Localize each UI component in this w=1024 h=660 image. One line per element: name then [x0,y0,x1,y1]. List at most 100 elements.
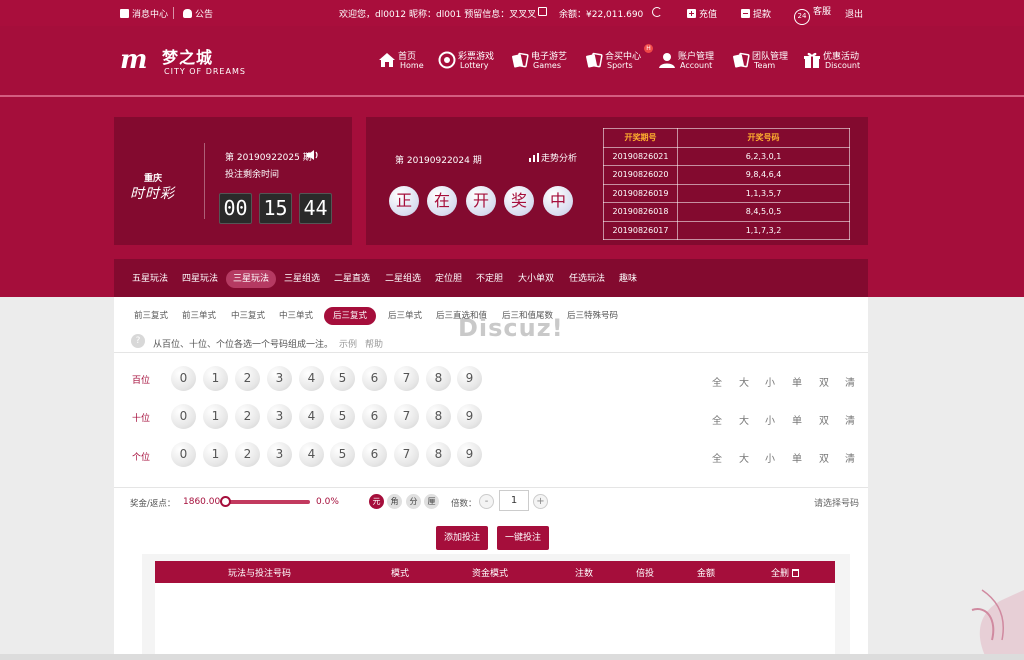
tab-position[interactable]: 定位胆 [428,270,469,288]
quick-even[interactable]: 双 [819,412,829,427]
number-ball[interactable]: 6 [362,442,387,467]
subtab[interactable]: 后三单式 [379,307,431,325]
number-ball[interactable]: 7 [394,366,419,391]
quick-all[interactable]: 全 [712,450,722,465]
number-ball[interactable]: 3 [267,404,292,429]
unit-li[interactable]: 厘 [424,494,439,509]
unit-fen[interactable]: 分 [406,494,421,509]
tab-fun[interactable]: 趣味 [612,270,644,288]
unit-yuan[interactable]: 元 [369,494,384,509]
quick-even[interactable]: 双 [819,374,829,389]
horizontal-scrollbar[interactable] [0,654,1024,660]
number-ball[interactable]: 1 [203,442,228,467]
countdown-seconds: 44 [299,193,332,224]
multiplier-input[interactable] [499,490,529,511]
logout-link[interactable]: 退出 [845,7,863,20]
speaker-icon[interactable] [306,149,320,161]
number-ball[interactable]: 9 [457,366,482,391]
tab-five-star[interactable]: 五星玩法 [125,270,175,288]
tab-three-star[interactable]: 三星玩法 [226,270,277,288]
quick-all[interactable]: 全 [712,374,722,389]
number-ball[interactable]: 4 [299,442,324,467]
number-ball[interactable]: 6 [362,366,387,391]
quick-small[interactable]: 小 [765,412,775,427]
number-ball[interactable]: 4 [299,404,324,429]
rebate-slider-handle[interactable] [220,496,231,507]
number-ball[interactable]: 6 [362,404,387,429]
subtab-active[interactable]: 后三复式 [324,307,377,325]
help-icon[interactable]: ? [131,334,145,348]
notice-link[interactable]: 公告 [183,7,213,20]
number-ball[interactable]: 3 [267,442,292,467]
subtab[interactable]: 中三复式 [222,307,274,325]
subtab[interactable]: 后三特殊号码 [558,307,627,325]
unit-jiao[interactable]: 角 [387,494,402,509]
number-ball[interactable]: 2 [235,442,260,467]
quick-small[interactable]: 小 [765,450,775,465]
cards-icon [512,52,529,68]
number-ball[interactable]: 5 [330,366,355,391]
quick-big[interactable]: 大 [739,374,749,389]
number-ball[interactable]: 5 [330,404,355,429]
draw-history-table: 开奖期号 开奖号码 20190826021 6,2,3,0,1 201908260… [603,128,850,240]
delete-all-button[interactable]: 全删 [771,566,800,579]
multiplier-plus-button[interactable]: + [533,494,548,509]
number-ball[interactable]: 8 [426,442,451,467]
quick-small[interactable]: 小 [765,374,775,389]
number-ball[interactable]: 2 [235,366,260,391]
recharge-button[interactable]: 充值 [687,7,717,20]
tab-two-star-group[interactable]: 二星组选 [378,270,428,288]
number-ball[interactable]: 8 [426,366,451,391]
number-ball[interactable]: 5 [330,442,355,467]
add-bet-button[interactable]: 添加投注 [436,526,489,550]
multiplier-minus-button[interactable]: - [479,494,494,509]
quick-odd[interactable]: 单 [792,412,802,427]
refresh-icon[interactable] [652,7,662,19]
quick-odd[interactable]: 单 [792,450,802,465]
number-ball[interactable]: 1 [203,404,228,429]
quick-clear[interactable]: 清 [845,412,855,427]
quick-all[interactable]: 全 [712,412,722,427]
quick-big[interactable]: 大 [739,450,749,465]
quick-clear[interactable]: 清 [845,374,855,389]
example-link[interactable]: 示例 [339,340,357,350]
quick-clear[interactable]: 清 [845,450,855,465]
number-ball[interactable]: 0 [171,404,196,429]
home-icon [379,53,395,67]
number-ball[interactable]: 1 [203,366,228,391]
logo[interactable]: m 梦之城 CITY OF DREAMS [120,43,260,83]
number-ball[interactable]: 9 [457,442,482,467]
messages-link[interactable]: 消息中心 [120,7,168,20]
number-ball[interactable]: 8 [426,404,451,429]
number-ball[interactable]: 2 [235,404,260,429]
col-amount: 金额 [697,569,716,579]
one-click-bet-button[interactable]: 一键投注 [497,526,550,550]
cards-icon [733,52,750,68]
edit-icon[interactable] [538,7,547,18]
rebate-slider-track[interactable] [226,500,310,504]
number-ball[interactable]: 3 [267,366,292,391]
quick-even[interactable]: 双 [819,450,829,465]
withdraw-button[interactable]: 提款 [741,7,771,20]
service-link[interactable]: 24 客服 [794,4,831,25]
quick-odd[interactable]: 单 [792,374,802,389]
tab-four-star[interactable]: 四星玩法 [175,270,225,288]
subtab[interactable]: 中三单式 [270,307,322,325]
tab-optional[interactable]: 任选玩法 [562,270,612,288]
quick-big[interactable]: 大 [739,412,749,427]
position-label-tens: 十位 [132,414,151,424]
help-link[interactable]: 帮助 [365,340,383,350]
subtab[interactable]: 前三单式 [173,307,225,325]
number-ball[interactable]: 0 [171,366,196,391]
tab-indefinite[interactable]: 不定胆 [469,270,510,288]
number-ball[interactable]: 7 [394,404,419,429]
number-ball[interactable]: 0 [171,442,196,467]
subtab[interactable]: 前三复式 [125,307,177,325]
tab-three-star-group[interactable]: 三星组选 [277,270,327,288]
trend-link[interactable]: 走势分析 [529,151,577,164]
tab-two-star-direct[interactable]: 二星直选 [327,270,377,288]
number-ball[interactable]: 4 [299,366,324,391]
tab-big-small[interactable]: 大小单双 [511,270,561,288]
number-ball[interactable]: 7 [394,442,419,467]
number-ball[interactable]: 9 [457,404,482,429]
